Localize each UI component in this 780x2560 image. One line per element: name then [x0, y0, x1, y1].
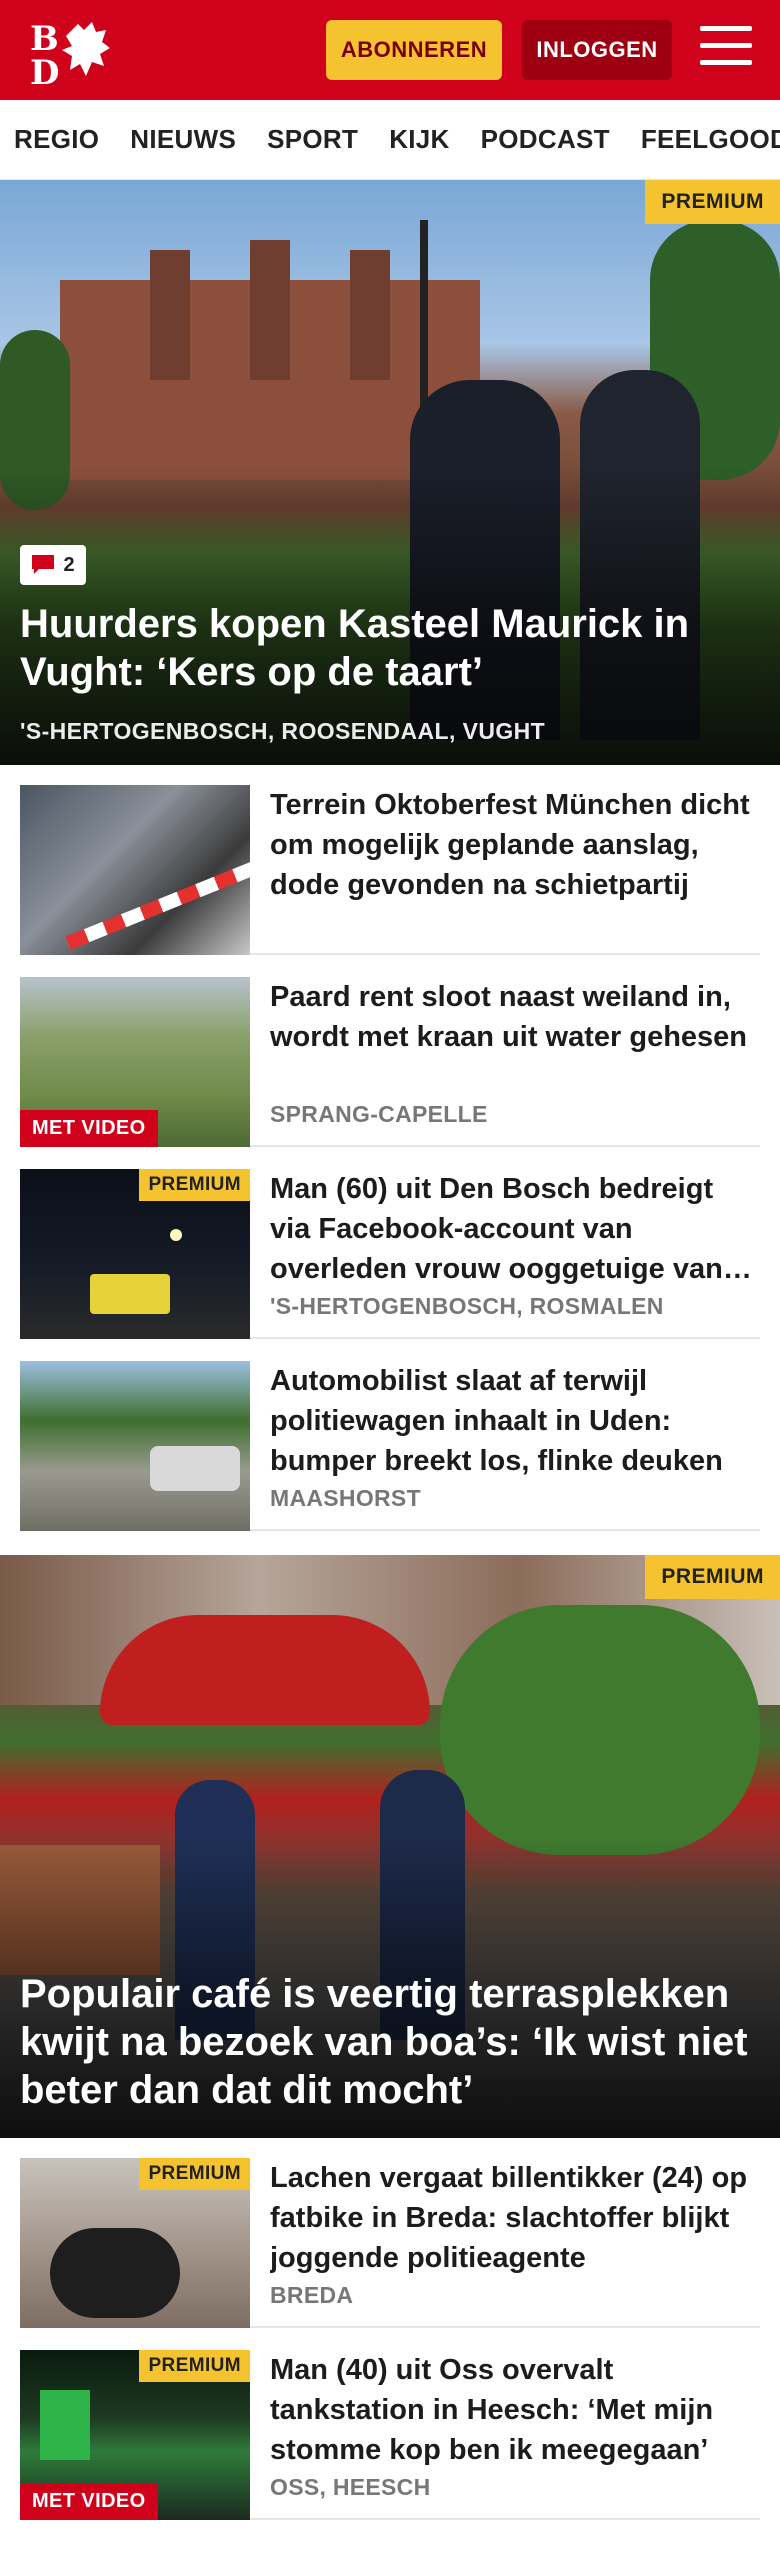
premium-badge: PREMIUM	[645, 180, 780, 224]
login-button[interactable]: INLOGGEN	[522, 20, 672, 80]
list-item[interactable]: PREMIUM Man (60) uit Den Bosch bedreigt …	[20, 1169, 760, 1339]
article-title[interactable]: Automobilist slaat af terwijl politiewag…	[270, 1361, 760, 1481]
gas-station-sign	[40, 2390, 90, 2460]
article-location: MAASHORST	[270, 1485, 421, 1511]
site-header: B D ABONNEREN INLOGGEN	[0, 0, 780, 100]
hero-title[interactable]: Huurders kopen Kasteel Maurick in Vught:…	[20, 600, 760, 696]
subscribe-button[interactable]: ABONNEREN	[326, 20, 502, 80]
castle-tower	[250, 240, 290, 380]
nav-item-kijk[interactable]: KIJK	[389, 124, 449, 155]
article-title[interactable]: Terrein Oktoberfest München dicht om mog…	[270, 785, 760, 905]
list-item[interactable]: MET VIDEO Paard rent sloot naast weiland…	[20, 977, 760, 1147]
hero-article-kasteel[interactable]: PREMIUM 2 Huurders kopen Kasteel Maurick…	[0, 180, 780, 765]
svg-text:D: D	[30, 53, 59, 86]
premium-badge: PREMIUM	[139, 2158, 250, 2190]
article-thumbnail	[20, 785, 250, 955]
fatbike	[50, 2228, 180, 2318]
video-badge: MET VIDEO	[20, 1110, 158, 1147]
list-item[interactable]: Terrein Oktoberfest München dicht om mog…	[20, 785, 760, 955]
comment-count: 2	[63, 553, 75, 576]
comment-count-badge[interactable]: 2	[20, 545, 86, 585]
list-item[interactable]: PREMIUM MET VIDEO Man (40) uit Oss overv…	[20, 2350, 760, 2520]
article-title[interactable]: Man (40) uit Oss overvalt tankstation in…	[270, 2350, 760, 2470]
comment-icon	[32, 555, 55, 574]
premium-badge: PREMIUM	[139, 2350, 250, 2382]
article-thumbnail: MET VIDEO	[20, 977, 250, 1147]
article-title[interactable]: Man (60) uit Den Bosch bedreigt via Face…	[270, 1169, 760, 1289]
bd-logo[interactable]: B D	[26, 16, 116, 93]
nav-item-podcast[interactable]: PODCAST	[481, 124, 610, 155]
nav-item-regio[interactable]: REGIO	[14, 124, 99, 155]
hero-location: 'S-HERTOGENBOSCH, ROOSENDAAL, VUGHT	[20, 718, 546, 744]
street-light	[170, 1229, 182, 1241]
article-location: SPRANG-CAPELLE	[270, 1101, 488, 1127]
article-thumbnail: PREMIUM	[20, 2158, 250, 2328]
premium-badge: PREMIUM	[139, 1169, 250, 1201]
article-title[interactable]: Lachen vergaat billentikker (24) op fatb…	[270, 2158, 760, 2278]
list-item[interactable]: Automobilist slaat af terwijl politiewag…	[20, 1361, 760, 1531]
hero-article-cafe[interactable]: PREMIUM Populair café is veertig terrasp…	[0, 1555, 780, 2138]
article-thumbnail: PREMIUM	[20, 1169, 250, 1339]
section-nav: REGIO NIEUWS SPORT KIJK PODCAST FEELGOOD	[0, 100, 780, 180]
castle-tower	[150, 250, 190, 380]
article-thumbnail: PREMIUM MET VIDEO	[20, 2350, 250, 2520]
article-location: BREDA	[270, 2282, 354, 2308]
castle-tower	[350, 250, 390, 380]
hamburger-menu-icon[interactable]	[700, 26, 752, 72]
article-location: OSS, HEESCH	[270, 2474, 431, 2500]
nav-item-sport[interactable]: SPORT	[267, 124, 358, 155]
police-tape	[65, 854, 250, 950]
red-umbrella	[100, 1615, 430, 1725]
article-location: 'S-HERTOGENBOSCH, ROSMALEN	[270, 1293, 664, 1319]
video-badge: MET VIDEO	[20, 2483, 158, 2520]
premium-badge: PREMIUM	[645, 1555, 780, 1599]
article-title[interactable]: Paard rent sloot naast weiland in, wordt…	[270, 977, 760, 1057]
damaged-car	[150, 1446, 240, 1491]
article-thumbnail	[20, 1361, 250, 1531]
nav-item-feelgood[interactable]: FEELGOOD	[641, 124, 780, 155]
list-item[interactable]: PREMIUM Lachen vergaat billentikker (24)…	[20, 2158, 760, 2328]
ambulance	[90, 1274, 170, 1314]
trees	[440, 1605, 760, 1855]
hero-title[interactable]: Populair café is veertig terrasplekken k…	[20, 1970, 760, 2114]
nav-item-nieuws[interactable]: NIEUWS	[130, 124, 236, 155]
